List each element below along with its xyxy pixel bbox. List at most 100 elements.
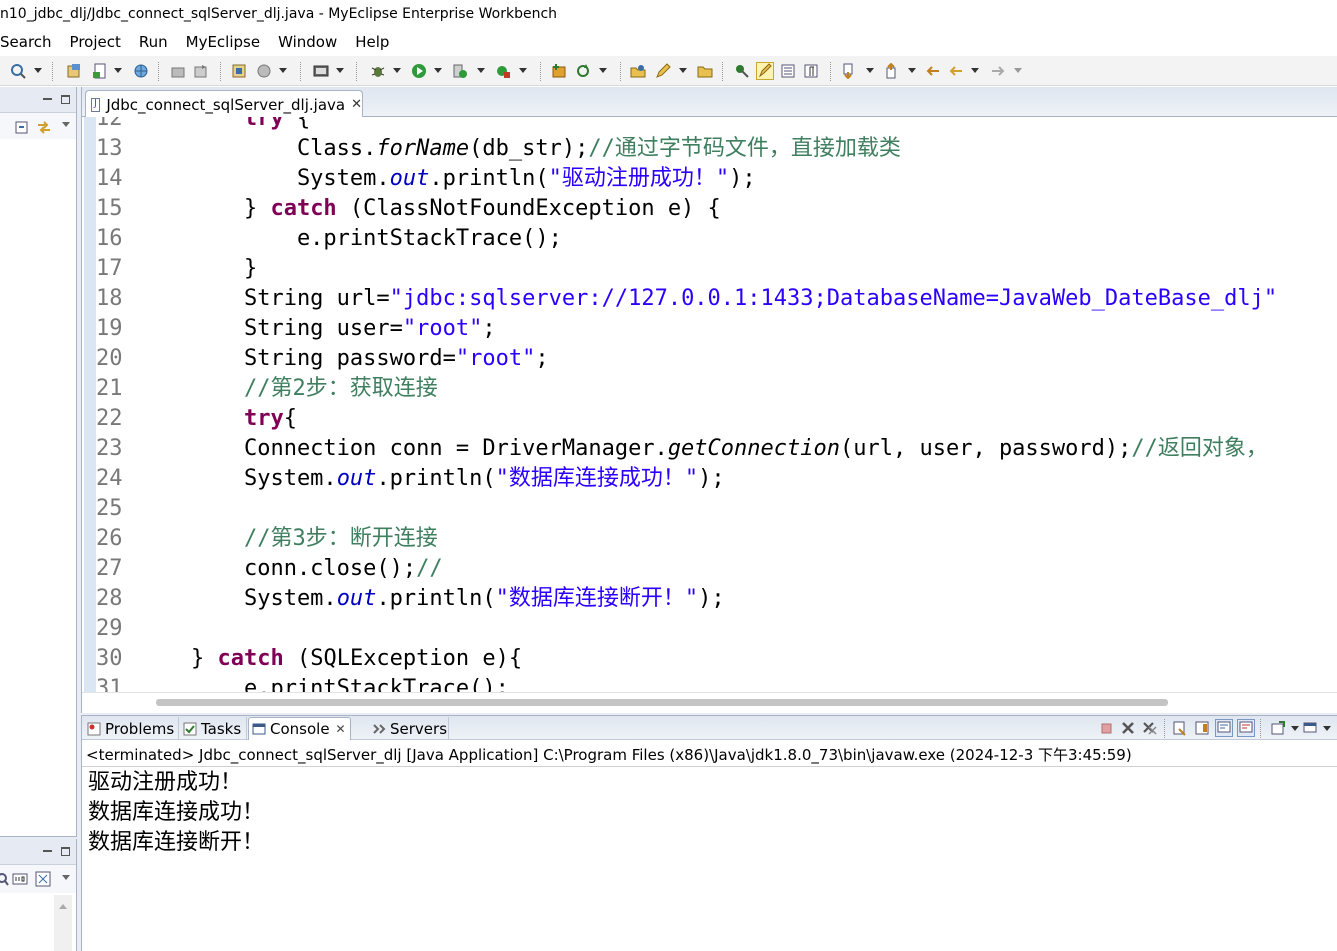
- highlight-icon[interactable]: [756, 62, 774, 80]
- server-dropdown-icon[interactable]: [279, 68, 287, 73]
- view-toolbar: [0, 865, 76, 893]
- back-dropdown-icon[interactable]: [971, 68, 979, 73]
- line-number: 30: [96, 646, 123, 671]
- open-folder-icon[interactable]: [630, 63, 646, 79]
- tab-problems[interactable]: Problems: [84, 717, 179, 740]
- line-number: 16: [96, 226, 123, 251]
- toolbar-separator: [540, 62, 541, 81]
- scrollbar-thumb[interactable]: [156, 699, 1168, 706]
- debug-dropdown-icon[interactable]: [393, 68, 401, 73]
- external-tools-dropdown-icon[interactable]: [519, 68, 527, 73]
- code-line: }: [138, 254, 1337, 284]
- pen-icon[interactable]: [655, 63, 671, 79]
- monitor-dropdown-icon[interactable]: [336, 68, 344, 73]
- terminate-icon[interactable]: [1098, 720, 1114, 736]
- open-console-icon[interactable]: [1302, 720, 1318, 736]
- view-icon[interactable]: [780, 63, 796, 79]
- link-editor-icon[interactable]: [36, 119, 52, 135]
- horizontal-scrollbar[interactable]: [82, 692, 1337, 712]
- deploy-icon[interactable]: [231, 63, 247, 79]
- code-token: System.: [138, 586, 337, 611]
- vertical-scrollbar[interactable]: [54, 895, 72, 951]
- maximize-icon[interactable]: [61, 95, 70, 104]
- open-console-dropdown-icon[interactable]: [1323, 726, 1331, 731]
- search-tool-icon[interactable]: [10, 63, 26, 79]
- java-file-icon: [91, 97, 101, 112]
- monitor-icon[interactable]: [313, 63, 329, 79]
- tools-icon[interactable]: [734, 63, 750, 79]
- view-menu-icon[interactable]: [62, 122, 70, 127]
- maximize-icon[interactable]: [61, 847, 70, 856]
- next-annotation-dropdown-icon[interactable]: [866, 68, 874, 73]
- search-dropdown-icon[interactable]: [34, 68, 42, 73]
- tab-tasks[interactable]: Tasks: [180, 717, 247, 740]
- folder-icon[interactable]: [697, 63, 713, 79]
- menu-help[interactable]: Help: [346, 33, 398, 51]
- view-menu-icon[interactable]: [62, 875, 70, 880]
- menu-search[interactable]: Search: [0, 33, 61, 51]
- pin-dropdown-icon[interactable]: [1291, 726, 1299, 731]
- console-tab-bar: Problems Tasks Console ✕ Servers: [82, 716, 1337, 740]
- menu-window[interactable]: Window: [269, 33, 346, 51]
- minimize-icon[interactable]: [43, 847, 52, 852]
- run-icon[interactable]: [411, 63, 427, 79]
- new-project-icon[interactable]: [66, 63, 82, 79]
- remove-all-icon[interactable]: [1142, 720, 1158, 736]
- new-package-icon[interactable]: [551, 63, 567, 79]
- console-output[interactable]: 驱动注册成功！ 数据库连接成功！ 数据库连接断开！: [88, 768, 264, 858]
- menu-project[interactable]: Project: [61, 33, 130, 51]
- code-area[interactable]: 12 13 14 15 16 17 18 19 20 21 22 23 24 25 26 27 28 29 30 31…: [82, 117, 1337, 692]
- run-dropdown-icon[interactable]: [434, 68, 442, 73]
- show-console-error-icon[interactable]: [1237, 719, 1255, 737]
- fit-view-icon[interactable]: [35, 871, 51, 887]
- binary-view-icon[interactable]: [12, 871, 28, 887]
- code-token: Connection conn = DriverManager.: [138, 436, 668, 461]
- clear-console-icon[interactable]: [1172, 720, 1188, 736]
- line-number: 19: [96, 316, 123, 341]
- tab-console[interactable]: Console ✕: [248, 717, 351, 740]
- external-tools-icon[interactable]: [495, 63, 511, 79]
- back-icon[interactable]: [948, 63, 964, 79]
- view-header: [0, 87, 76, 113]
- prev-annotation-icon[interactable]: [884, 63, 900, 79]
- collapse-all-icon[interactable]: [14, 119, 30, 135]
- new-file-dropdown-icon[interactable]: [114, 68, 122, 73]
- menu-myeclipse[interactable]: MyEclipse: [177, 33, 269, 51]
- open-type-icon[interactable]: [170, 63, 186, 79]
- toolbar-separator: [300, 62, 301, 81]
- show-console-output-icon[interactable]: [1215, 719, 1233, 737]
- tab-servers[interactable]: Servers: [369, 717, 449, 740]
- remove-launch-icon[interactable]: [1120, 720, 1136, 736]
- tab-close-icon[interactable]: ✕: [351, 97, 362, 112]
- globe-icon[interactable]: [133, 63, 149, 79]
- code-token: String user=: [138, 316, 403, 341]
- prev-annotation-dropdown-icon[interactable]: [908, 68, 916, 73]
- server-icon[interactable]: [256, 63, 272, 79]
- refresh-dropdown-icon[interactable]: [599, 68, 607, 73]
- menu-run[interactable]: Run: [130, 33, 177, 51]
- line-number: 13: [96, 136, 123, 161]
- tab-close-icon[interactable]: ✕: [336, 722, 346, 736]
- minimize-icon[interactable]: [43, 95, 52, 100]
- code-token: //第3步：断开连接: [243, 526, 438, 551]
- forward-icon[interactable]: [990, 63, 1006, 79]
- next-annotation-icon[interactable]: [841, 63, 857, 79]
- scroll-lock-icon[interactable]: [1194, 720, 1210, 736]
- editor-tab[interactable]: Jdbc_connect_sqlServer_dlj.java ✕: [85, 90, 363, 118]
- search-icon[interactable]: [0, 871, 10, 887]
- last-edit-icon[interactable]: [925, 63, 941, 79]
- refresh-icon[interactable]: [193, 63, 209, 79]
- run-server-icon[interactable]: [452, 63, 468, 79]
- new-file-icon[interactable]: [92, 63, 108, 79]
- code-token: );: [729, 166, 756, 191]
- debug-icon[interactable]: [370, 63, 386, 79]
- pen-dropdown-icon[interactable]: [679, 68, 687, 73]
- code-text[interactable]: try { Class.forName(db_str);//通过字节码文件，直接…: [138, 117, 1337, 692]
- run-server-dropdown-icon[interactable]: [477, 68, 485, 73]
- code-token: out: [389, 166, 430, 191]
- code-line: e.printStackTrace();: [138, 674, 1337, 692]
- forward-dropdown-icon[interactable]: [1014, 68, 1022, 73]
- paragraph-icon[interactable]: [803, 63, 819, 79]
- refresh-spin-icon[interactable]: [575, 63, 591, 79]
- pin-console-icon[interactable]: [1270, 720, 1286, 736]
